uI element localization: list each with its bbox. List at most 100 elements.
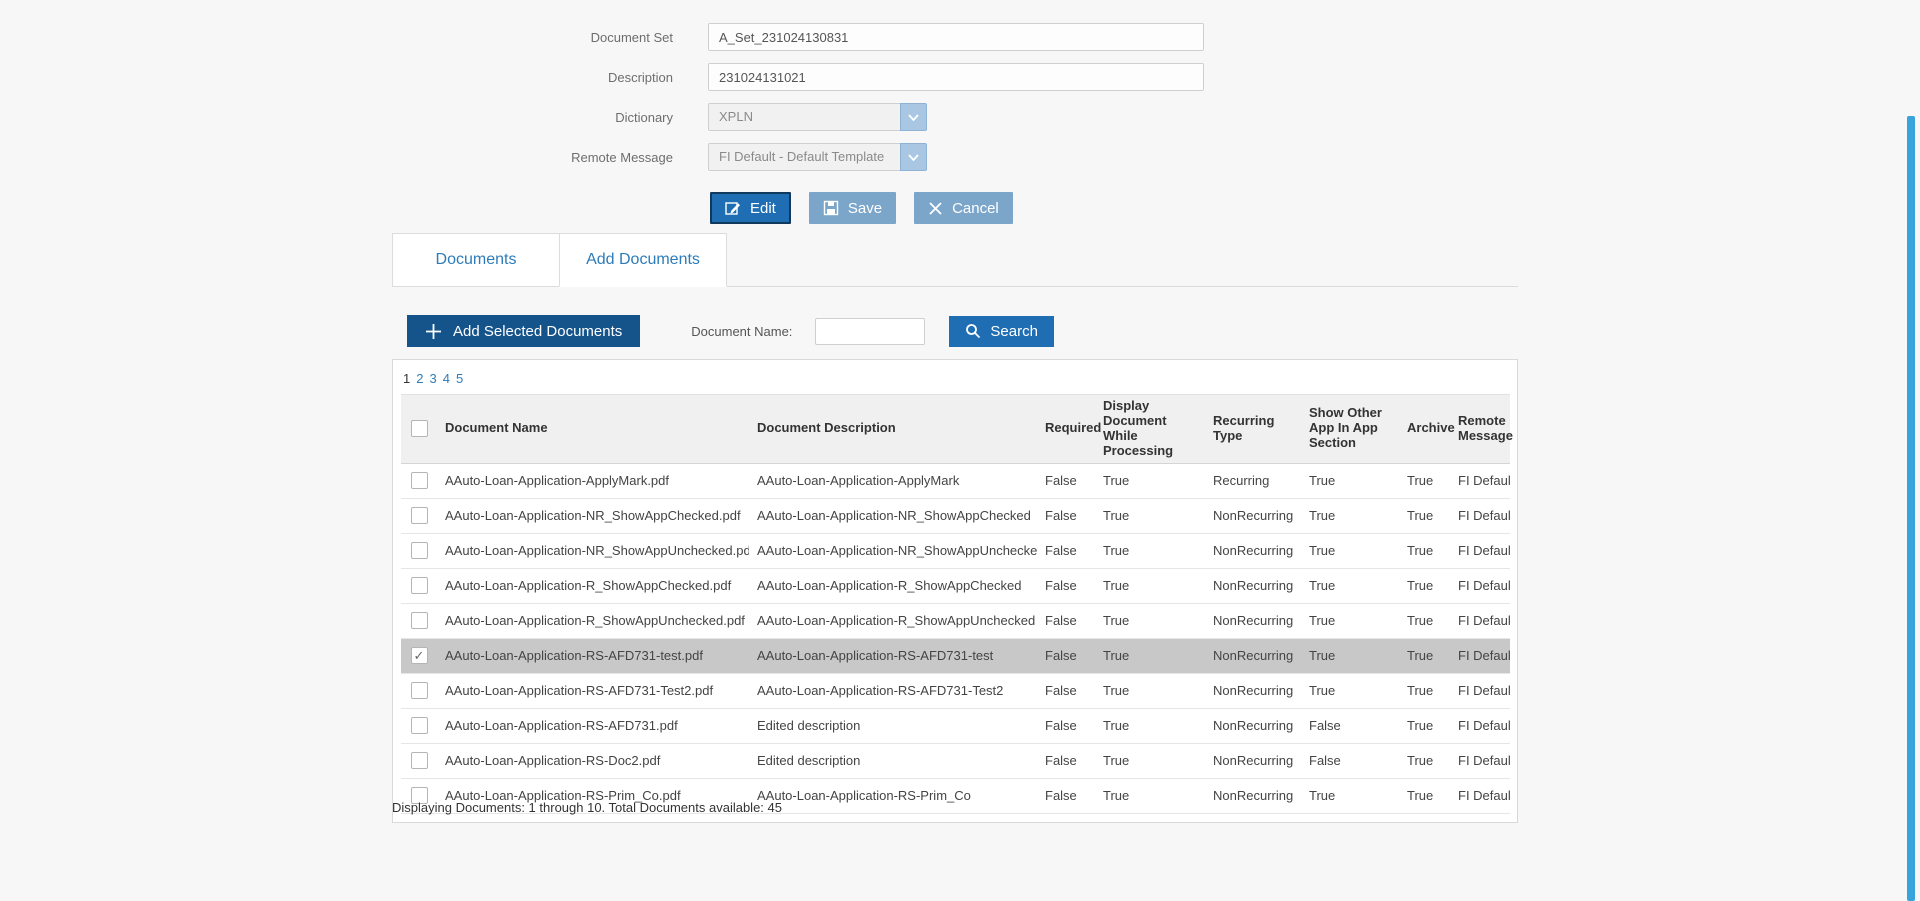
cell-document-name: AAuto-Loan-Application-NR_ShowAppUncheck… (437, 533, 749, 569)
cell-remote-message: FI Default (1450, 568, 1510, 604)
tab-add-documents[interactable]: Add Documents (559, 233, 727, 287)
cell-archive: True (1399, 568, 1450, 604)
cell-show-other-app: True (1301, 533, 1399, 569)
plus-icon (426, 323, 441, 339)
row-checkbox[interactable] (410, 752, 428, 770)
cell-recurring-type: NonRecurring (1205, 533, 1301, 569)
table-row[interactable]: AAuto-Loan-Application-RS-AFD731-Test2.p… (401, 673, 1510, 709)
cell-document-description: Edited description (749, 708, 1037, 744)
form-row-description: Description (0, 63, 1204, 91)
cell-archive: True (1399, 638, 1450, 674)
remote-message-select[interactable]: FI Default - Default Template (708, 143, 927, 171)
cell-document-description: AAuto-Loan-Application-RS-AFD731-test (749, 638, 1037, 674)
cell-archive: True (1399, 708, 1450, 744)
cell-archive: True (1399, 463, 1450, 499)
cell-document-description: AAuto-Loan-Application-NR_ShowAppUncheck… (749, 533, 1037, 569)
cell-remote-message: FI Default (1450, 498, 1510, 534)
documents-table-panel: 12345 Document Name Document Description… (392, 359, 1518, 823)
description-field[interactable] (708, 63, 1204, 91)
pagination-page[interactable]: 5 (456, 371, 463, 386)
remote-message-dropdown-button[interactable] (900, 143, 927, 171)
cell-recurring-type: NonRecurring (1205, 708, 1301, 744)
description-label: Description (607, 69, 673, 85)
row-checkbox[interactable] (410, 542, 428, 560)
cell-required: False (1037, 743, 1095, 779)
cell-show-other-app: True (1301, 778, 1399, 814)
cell-required: False (1037, 568, 1095, 604)
pagination-page[interactable]: 2 (416, 371, 423, 386)
cell-recurring-type: NonRecurring (1205, 778, 1301, 814)
pagination-page[interactable]: 3 (429, 371, 436, 386)
dictionary-select[interactable]: XPLN (708, 103, 927, 131)
table-row[interactable]: AAuto-Loan-Application-NR_ShowAppChecked… (401, 498, 1510, 534)
table-row[interactable]: AAuto-Loan-Application-RS-AFD731.pdf Edi… (401, 708, 1510, 744)
cell-display-document: True (1095, 603, 1205, 639)
cell-show-other-app: True (1301, 463, 1399, 499)
cancel-button[interactable]: Cancel (914, 192, 1013, 224)
cell-display-document: True (1095, 533, 1205, 569)
form-action-buttons: Edit Save Cancel (710, 192, 1013, 224)
form-row-dictionary: Dictionary XPLN (0, 103, 1204, 131)
table-row[interactable]: AAuto-Loan-Application-RS-AFD731-test.pd… (401, 638, 1510, 674)
document-set-field[interactable] (708, 23, 1204, 51)
cell-document-description: AAuto-Loan-Application-ApplyMark (749, 463, 1037, 499)
row-checkbox[interactable] (410, 507, 428, 525)
table-row[interactable]: AAuto-Loan-Application-ApplyMark.pdf AAu… (401, 463, 1510, 499)
cell-required: False (1037, 708, 1095, 744)
cell-required: False (1037, 533, 1095, 569)
cell-archive: True (1399, 533, 1450, 569)
cell-archive: True (1399, 778, 1450, 814)
edit-button[interactable]: Edit (710, 192, 791, 224)
pagination: 12345 (401, 368, 1509, 394)
scrollbar[interactable] (1907, 116, 1915, 901)
cell-remote-message: FI Default (1450, 743, 1510, 779)
cell-show-other-app: False (1301, 708, 1399, 744)
search-button[interactable]: Search (949, 315, 1054, 347)
cancel-x-icon (929, 201, 942, 215)
cell-document-description: AAuto-Loan-Application-RS-Prim_Co (749, 778, 1037, 814)
dictionary-dropdown-button[interactable] (900, 103, 927, 131)
select-all-checkbox[interactable] (410, 420, 428, 438)
cell-display-document: True (1095, 498, 1205, 534)
pagination-page[interactable]: 4 (443, 371, 450, 386)
row-checkbox[interactable] (410, 472, 428, 490)
cell-remote-message: FI Default (1450, 673, 1510, 709)
cell-display-document: True (1095, 568, 1205, 604)
table-row[interactable]: AAuto-Loan-Application-RS-Doc2.pdf Edite… (401, 743, 1510, 779)
table-row[interactable]: AAuto-Loan-Application-R_ShowAppChecked.… (401, 568, 1510, 604)
cell-archive: True (1399, 743, 1450, 779)
cell-recurring-type: NonRecurring (1205, 498, 1301, 534)
cell-remote-message: FI Default (1450, 708, 1510, 744)
header-show-other-app: Show Other App In App Section (1301, 394, 1399, 464)
row-checkbox[interactable] (410, 612, 428, 630)
row-checkbox[interactable] (410, 577, 428, 595)
save-button[interactable]: Save (808, 192, 897, 224)
add-selected-documents-button[interactable]: Add Selected Documents (407, 315, 641, 347)
header-document-description: Document Description (749, 394, 1037, 464)
cell-show-other-app: True (1301, 498, 1399, 534)
cell-required: False (1037, 603, 1095, 639)
table-row[interactable]: AAuto-Loan-Application-NR_ShowAppUncheck… (401, 533, 1510, 569)
chevron-down-icon (908, 113, 919, 121)
cell-remote-message: FI Default (1450, 638, 1510, 674)
cell-document-description: AAuto-Loan-Application-NR_ShowAppChecked (749, 498, 1037, 534)
table-row[interactable]: AAuto-Loan-Application-R_ShowAppUnchecke… (401, 603, 1510, 639)
save-floppy-icon (823, 200, 839, 216)
save-button-label: Save (847, 199, 883, 217)
cell-archive: True (1399, 603, 1450, 639)
cancel-button-label: Cancel (952, 199, 999, 217)
cell-remote-message: FI Default (1450, 778, 1510, 814)
row-checkbox[interactable] (410, 717, 428, 735)
edit-pencil-icon (725, 202, 740, 215)
cell-document-description: AAuto-Loan-Application-RS-AFD731-Test2 (749, 673, 1037, 709)
row-checkbox[interactable] (410, 647, 428, 665)
form-row-remote-message: Remote Message FI Default - Default Temp… (0, 143, 1204, 171)
cell-required: False (1037, 498, 1095, 534)
pagination-page-current[interactable]: 1 (403, 371, 410, 386)
cell-document-name: AAuto-Loan-Application-R_ShowAppUnchecke… (437, 603, 749, 639)
cell-archive: True (1399, 498, 1450, 534)
tab-documents[interactable]: Documents (392, 233, 560, 287)
row-checkbox[interactable] (410, 682, 428, 700)
document-name-search-input[interactable] (815, 317, 926, 345)
header-recurring-type: Recurring Type (1205, 394, 1301, 464)
